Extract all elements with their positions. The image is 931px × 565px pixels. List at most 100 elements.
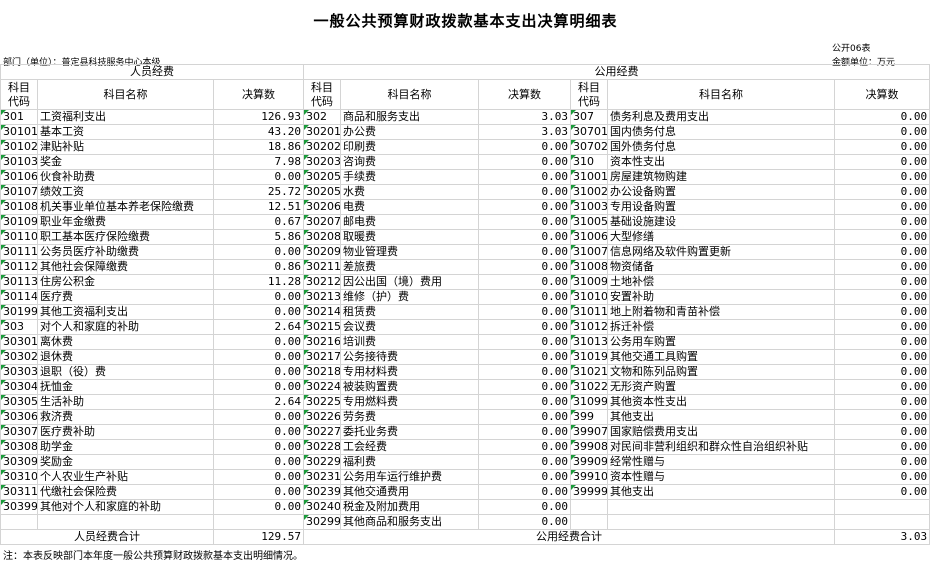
table-row: 30305 生活补助 2.64 30225 专用燃料费 0.00 31099 其他资本性支出 0… <box>0 394 931 410</box>
subject-code <box>570 514 609 530</box>
subject-name: 地上附着物和青苗补偿 <box>607 304 836 320</box>
amount-value: 0.00 <box>834 229 931 245</box>
subject-code: 30109 <box>0 214 38 230</box>
subject-name: 专用材料费 <box>340 364 480 380</box>
amount-value: 0.00 <box>478 364 572 380</box>
header-amount: 决算数 <box>834 79 931 110</box>
subject-name: 手续费 <box>340 169 480 185</box>
amount-value: 5.86 <box>212 229 305 245</box>
subject-name: 职业年金缴费 <box>37 214 214 230</box>
subject-code: 310 <box>570 154 609 170</box>
subject-name: 税金及附加费用 <box>340 499 480 515</box>
table-row: 30310 个人农业生产补贴 0.00 30231 公务用车运行维护费 0.00 39910… <box>0 469 931 485</box>
amount-value: 25.72 <box>212 184 305 200</box>
subject-code: 399 <box>570 409 609 425</box>
subject-name: 咨询费 <box>340 154 480 170</box>
subject-code: 30701 <box>570 124 609 140</box>
report-title: 一般公共预算财政拨款基本支出决算明细表 <box>313 12 618 30</box>
subject-name: 因公出国（境）费用 <box>340 274 480 290</box>
subject-code: 30309 <box>0 454 38 470</box>
amount-value: 0.00 <box>478 259 572 275</box>
amount-value: 0.00 <box>834 484 931 500</box>
subject-name: 医疗费补助 <box>37 424 214 440</box>
subject-name: 工会经费 <box>340 439 480 455</box>
subject-code: 31021 <box>570 364 609 380</box>
table-row: 30113 住房公积金 11.28 30212 因公出国（境）费用 0.00 31009 土地… <box>0 274 931 290</box>
amount-value: 0.00 <box>834 109 931 125</box>
subject-name: 劳务费 <box>340 409 480 425</box>
subject-name: 救济费 <box>37 409 214 425</box>
subject-code: 30310 <box>0 469 38 485</box>
subject-code: 302 <box>303 109 342 125</box>
subject-code: 30303 <box>0 364 38 380</box>
subject-code: 30205 <box>303 184 342 200</box>
subject-code: 30102 <box>0 139 38 155</box>
subject-name: 资本性赠与 <box>607 469 836 485</box>
subject-name: 其他社会保障缴费 <box>37 259 214 275</box>
amount-value: 0.00 <box>478 304 572 320</box>
amount-value <box>212 514 305 530</box>
subject-name: 其他交通工具购置 <box>607 349 836 365</box>
subject-name: 抚恤金 <box>37 379 214 395</box>
subject-code: 31007 <box>570 244 609 260</box>
subject-name: 奖励金 <box>37 454 214 470</box>
subject-code: 30229 <box>303 454 342 470</box>
subject-code: 30208 <box>303 229 342 245</box>
subject-name: 国内债务付息 <box>607 124 836 140</box>
section-personnel: 人员经费 <box>0 64 305 80</box>
subject-code: 31011 <box>570 304 609 320</box>
subject-code: 30399 <box>0 499 38 515</box>
subject-code: 307 <box>570 109 609 125</box>
subject-name: 公务用车购置 <box>607 334 836 350</box>
subject-name: 经常性赠与 <box>607 454 836 470</box>
subject-code: 30306 <box>0 409 38 425</box>
header-code: 科目代码 <box>303 79 342 110</box>
header-name: 科目名称 <box>340 79 480 110</box>
subject-code: 31010 <box>570 289 609 305</box>
table-row: 30308 助学金 0.00 30228 工会经费 0.00 39908 对民间非营利组织和群… <box>0 439 931 455</box>
subject-name: 文物和陈列品购置 <box>607 364 836 380</box>
table-row: 30303 退职（役）费 0.00 30218 专用材料费 0.00 31021 文物和陈列品… <box>0 364 931 380</box>
subject-name: 物业管理费 <box>340 244 480 260</box>
subject-code: 31005 <box>570 214 609 230</box>
subject-name: 离休费 <box>37 334 214 350</box>
subject-code: 31022 <box>570 379 609 395</box>
subject-name: 水费 <box>340 184 480 200</box>
subject-code: 30702 <box>570 139 609 155</box>
subject-code: 39909 <box>570 454 609 470</box>
public-total-label: 公用经费合计 <box>303 529 836 545</box>
amount-value: 0.00 <box>834 379 931 395</box>
subject-code: 31009 <box>570 274 609 290</box>
subject-code: 30111 <box>0 244 38 260</box>
header-name: 科目名称 <box>37 79 214 110</box>
amount-value: 0.00 <box>212 304 305 320</box>
subject-code: 30206 <box>303 199 342 215</box>
subject-name <box>607 499 836 515</box>
subject-code: 30226 <box>303 409 342 425</box>
subject-name: 办公设备购置 <box>607 184 836 200</box>
subject-code: 30101 <box>0 124 38 140</box>
subject-code: 30214 <box>303 304 342 320</box>
table-row: 30107 绩效工资 25.72 30205 水费 0.00 31002 办公设备购置 0.00 <box>0 184 931 200</box>
amount-value: 0.00 <box>478 199 572 215</box>
amount-value: 0.00 <box>212 424 305 440</box>
subject-code: 30213 <box>303 289 342 305</box>
subject-name: 其他支出 <box>607 484 836 500</box>
subject-code: 30231 <box>303 469 342 485</box>
subject-code: 31099 <box>570 394 609 410</box>
subject-code: 31012 <box>570 319 609 335</box>
amount-value: 43.20 <box>212 124 305 140</box>
subject-name: 福利费 <box>340 454 480 470</box>
section-public: 公用经费 <box>303 64 931 80</box>
subject-code: 30211 <box>303 259 342 275</box>
table-row: 30307 医疗费补助 0.00 30227 委托业务费 0.00 39907 国家赔偿费用支… <box>0 424 931 440</box>
table-row: 30114 医疗费 0.00 30213 维修（护）费 0.00 31010 安置补助 0.00 <box>0 289 931 305</box>
subject-code: 30225 <box>303 394 342 410</box>
amount-value: 0.00 <box>834 289 931 305</box>
subject-code: 30103 <box>0 154 38 170</box>
subject-name: 个人农业生产补贴 <box>37 469 214 485</box>
subject-name <box>607 514 836 530</box>
table-row: 30302 退休费 0.00 30217 公务接待费 0.00 31019 其他交通工具购置 0… <box>0 349 931 365</box>
subject-code: 30239 <box>303 484 342 500</box>
subject-name: 绩效工资 <box>37 184 214 200</box>
